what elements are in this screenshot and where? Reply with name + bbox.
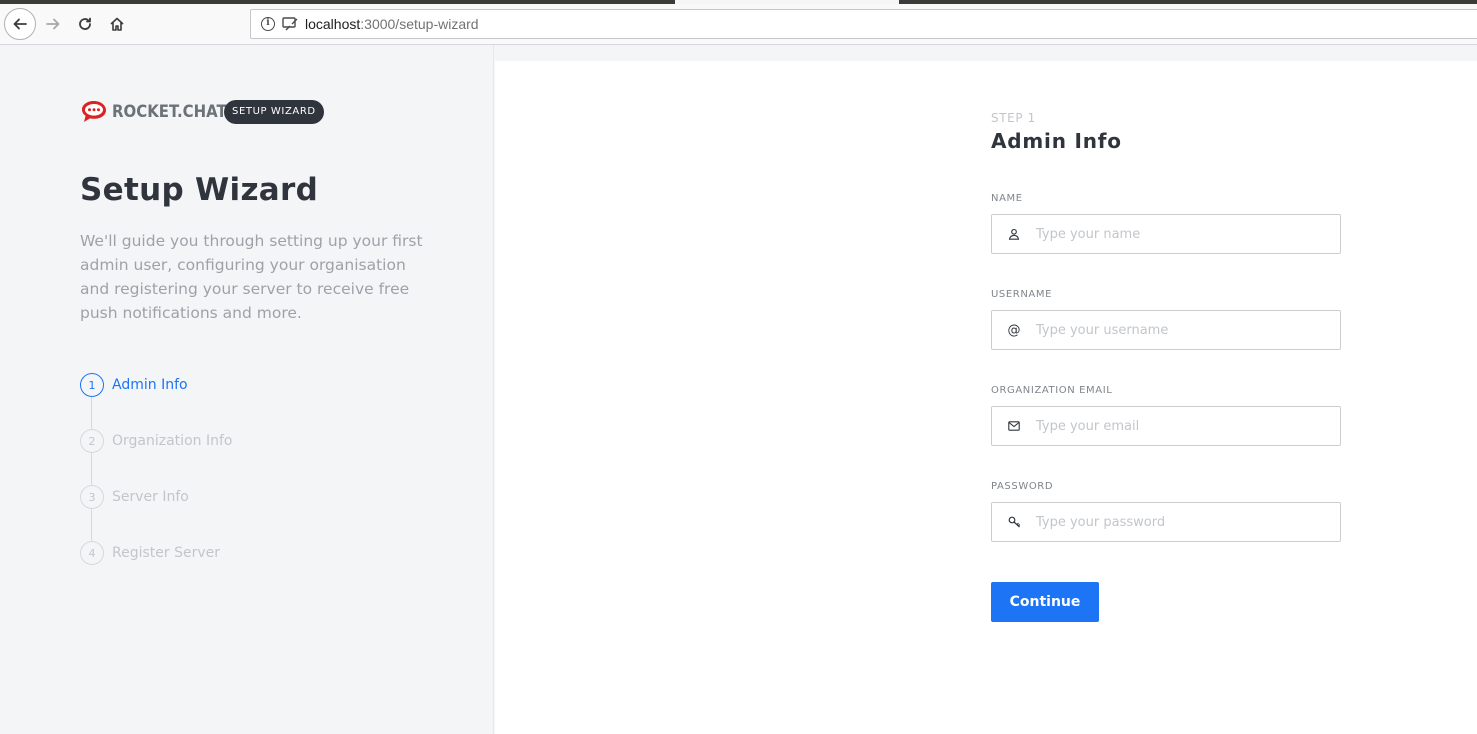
step-number: 4: [80, 541, 104, 565]
step-label: Register Server: [112, 545, 221, 561]
wizard-content: STEP 1 Admin Info NAME USERNAME @: [495, 61, 1477, 734]
step-connector: [91, 397, 92, 429]
arrow-right-icon: [46, 18, 60, 30]
site-info-icon[interactable]: i: [261, 17, 275, 31]
wizard-sidebar: ROCKET.CHAT SETUP WIZARD Setup Wizard We…: [0, 45, 494, 734]
reload-icon: [79, 17, 91, 30]
step-number: 1: [80, 373, 104, 397]
username-field: USERNAME @: [991, 289, 1341, 350]
arrow-left-icon: [13, 18, 27, 30]
name-input[interactable]: [1036, 216, 1340, 252]
url-host: localhost: [305, 16, 361, 32]
key-icon: [992, 503, 1036, 541]
at-icon: @: [1007, 322, 1021, 338]
field-label: PASSWORD: [991, 481, 1054, 492]
setup-wizard-page: ROCKET.CHAT SETUP WIZARD Setup Wizard We…: [0, 45, 1477, 734]
password-field: PASSWORD: [991, 481, 1341, 542]
username-input-box[interactable]: @: [991, 310, 1341, 350]
step-indicator: STEP 1: [991, 111, 1036, 125]
field-label: ORGANIZATION EMAIL: [991, 385, 1113, 396]
step-connector: [91, 509, 92, 541]
browser-toolbar: i localhost:3000/setup-wizard: [0, 4, 1477, 45]
step-number: 2: [80, 429, 104, 453]
back-button[interactable]: [4, 8, 36, 40]
name-input-box[interactable]: [991, 214, 1341, 254]
forward-button[interactable]: [37, 8, 69, 40]
email-input[interactable]: [1036, 408, 1340, 444]
continue-button[interactable]: Continue: [991, 582, 1099, 622]
step-server-info[interactable]: 3 Server Info: [80, 485, 189, 509]
step-label: Server Info: [112, 489, 189, 505]
admin-info-form: STEP 1 Admin Info NAME USERNAME @: [991, 111, 1343, 622]
url-text: localhost:3000/setup-wizard: [305, 16, 479, 32]
user-icon: [992, 215, 1036, 253]
address-bar[interactable]: i localhost:3000/setup-wizard: [250, 9, 1477, 39]
home-icon: [110, 17, 124, 31]
setup-wizard-badge: SETUP WIZARD: [224, 100, 324, 124]
form-title: Admin Info: [991, 129, 1122, 153]
email-input-box[interactable]: [991, 406, 1341, 446]
step-label: Admin Info: [112, 377, 188, 393]
field-label: USERNAME: [991, 289, 1053, 300]
step-organization-info[interactable]: 2 Organization Info: [80, 429, 232, 453]
page-title: Setup Wizard: [80, 172, 319, 208]
email-field: ORGANIZATION EMAIL: [991, 385, 1341, 446]
brand-name: ROCKET.CHAT: [112, 102, 227, 122]
step-admin-info[interactable]: 1 Admin Info: [80, 373, 188, 397]
step-register-server[interactable]: 4 Register Server: [80, 541, 220, 565]
step-number: 3: [80, 485, 104, 509]
reload-button[interactable]: [69, 8, 101, 40]
password-input-box[interactable]: [991, 502, 1341, 542]
field-label: NAME: [991, 193, 1023, 204]
wizard-description: We'll guide you through setting up your …: [80, 232, 423, 322]
name-field: NAME: [991, 193, 1341, 254]
home-button[interactable]: [101, 8, 133, 40]
step-connector: [91, 453, 92, 485]
brand: ROCKET.CHAT SETUP WIZARD: [80, 99, 324, 125]
url-path: :3000/setup-wizard: [360, 16, 479, 32]
password-input[interactable]: [1036, 504, 1340, 540]
rocket-chat-logo-icon: [82, 101, 106, 122]
step-label: Organization Info: [112, 433, 233, 449]
username-input[interactable]: [1036, 312, 1340, 348]
mail-icon: [992, 407, 1036, 445]
permissions-icon[interactable]: [281, 15, 299, 33]
